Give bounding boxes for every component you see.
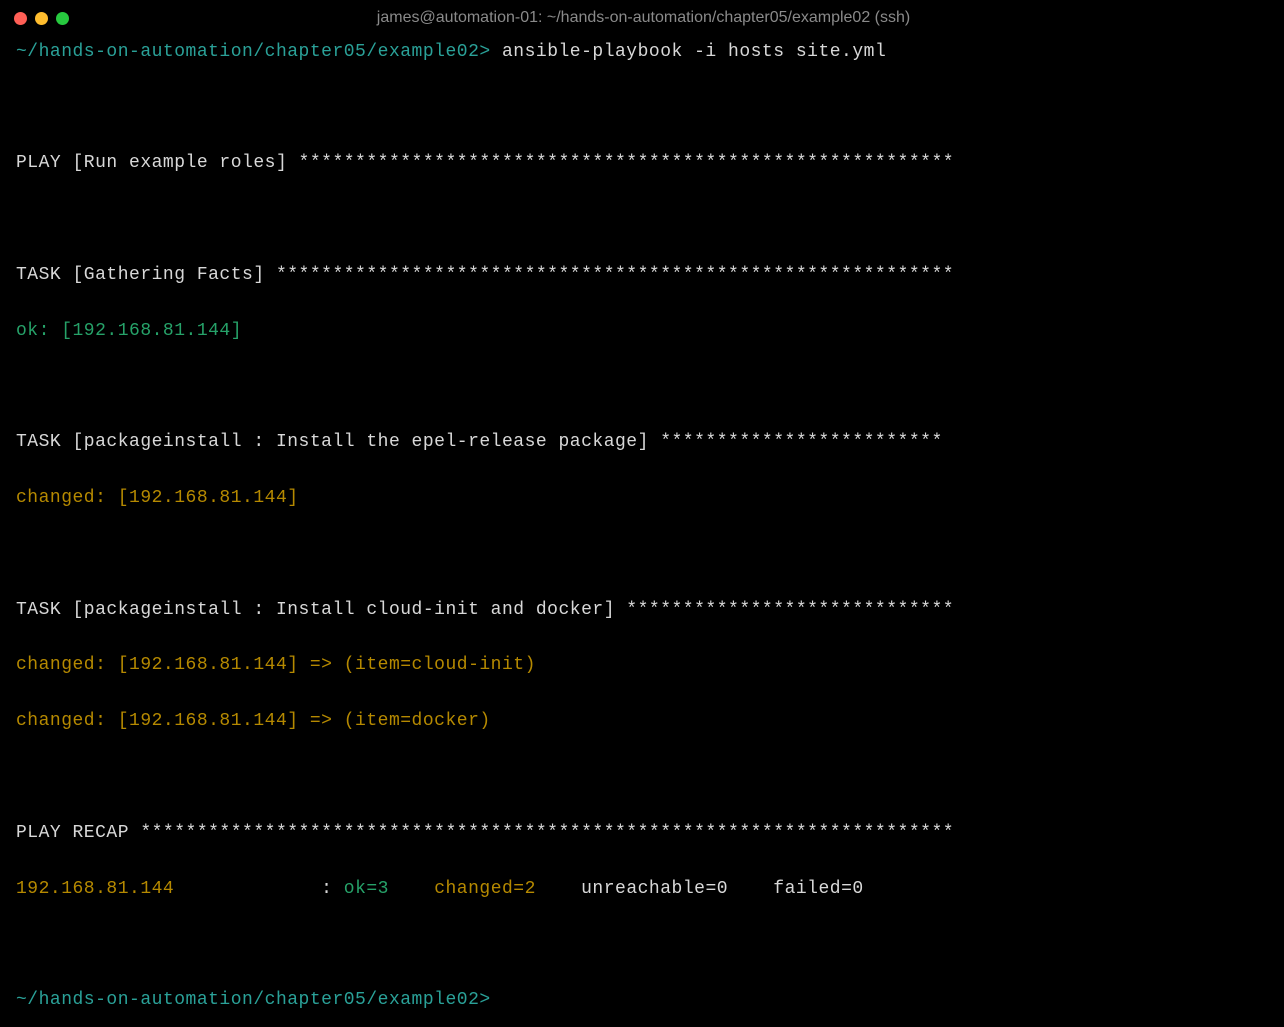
prompt-line: ~/hands-on-automation/chapter05/example0…	[16, 39, 1268, 67]
task-epel-changed: changed: [192.168.81.144]	[16, 485, 1268, 513]
task-cloud-item-docker: changed: [192.168.81.144] => (item=docke…	[16, 708, 1268, 736]
task-cloud-header: TASK [packageinstall : Install cloud-ini…	[16, 597, 1268, 625]
shell-command: ansible-playbook -i hosts site.yml	[491, 42, 887, 62]
minimize-icon[interactable]	[35, 12, 48, 25]
play-recap-line: 192.168.81.144 : ok=3 changed=2 unreacha…	[16, 876, 1268, 904]
recap-failed: failed=0	[773, 879, 863, 899]
shell-prompt: ~/hands-on-automation/chapter05/example0…	[16, 987, 1268, 1015]
recap-changed: changed=2	[434, 879, 581, 899]
task-gathering-facts-ok: ok: [192.168.81.144]	[16, 318, 1268, 346]
window-titlebar: james@automation-01: ~/hands-on-automati…	[0, 0, 1284, 35]
play-header: PLAY [Run example roles] ***************…	[16, 150, 1268, 178]
recap-unreachable: unreachable=0	[581, 879, 773, 899]
task-epel-header: TASK [packageinstall : Install the epel-…	[16, 429, 1268, 457]
recap-ok: ok=3	[344, 879, 434, 899]
shell-prompt: ~/hands-on-automation/chapter05/example0…	[16, 42, 491, 62]
maximize-icon[interactable]	[56, 12, 69, 25]
recap-colon: :	[321, 879, 344, 899]
task-gathering-facts-header: TASK [Gathering Facts] *****************…	[16, 262, 1268, 290]
task-cloud-item-cloud-init: changed: [192.168.81.144] => (item=cloud…	[16, 652, 1268, 680]
recap-host: 192.168.81.144	[16, 879, 321, 899]
play-recap-header: PLAY RECAP *****************************…	[16, 820, 1268, 848]
terminal-output[interactable]: ~/hands-on-automation/chapter05/example0…	[0, 35, 1284, 1027]
close-icon[interactable]	[14, 12, 27, 25]
window-title: james@automation-01: ~/hands-on-automati…	[77, 6, 1270, 31]
